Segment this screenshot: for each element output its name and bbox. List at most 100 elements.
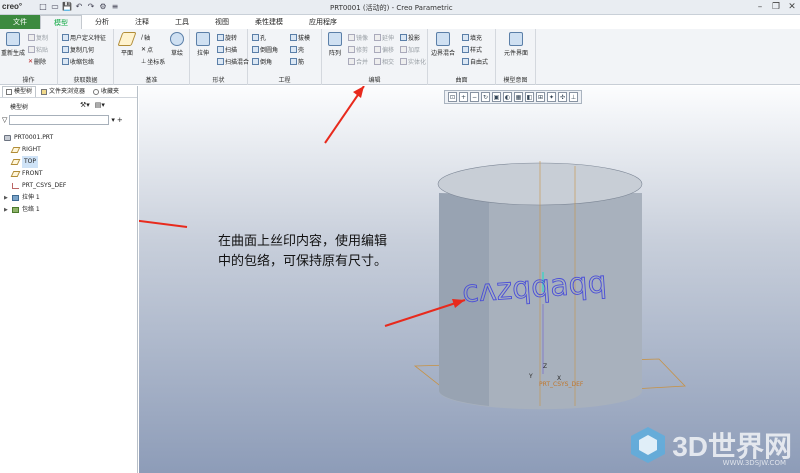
regenerate-icon[interactable]: ⚙	[98, 2, 108, 12]
tab-applications[interactable]: 应用程序	[296, 15, 350, 29]
draft-button[interactable]: 拔模	[290, 33, 310, 42]
minimize-button[interactable]: –	[754, 1, 766, 13]
chamfer-button[interactable]: 倒角	[252, 57, 272, 66]
copy-icon	[28, 34, 35, 41]
spin-center-icon[interactable]: ✣	[558, 92, 567, 102]
undo-icon[interactable]: ↶	[74, 2, 84, 12]
filter-dropdown-icon[interactable]: ▾	[111, 116, 115, 124]
expand-icon[interactable]: ▶	[4, 192, 9, 204]
sketch-label: 草绘	[170, 50, 183, 57]
pattern-icon	[328, 32, 342, 46]
copy-button[interactable]: 复制	[28, 33, 48, 42]
tab-view[interactable]: 视图	[202, 15, 242, 29]
trim-button[interactable]: 修剪	[348, 45, 368, 54]
tab-folder-browser[interactable]: 文件夹浏览器	[38, 86, 88, 97]
expand-icon[interactable]: ▶	[4, 204, 9, 216]
tree-node-csys[interactable]: PRT_CSYS_DEF	[0, 180, 138, 192]
point-button[interactable]: ✕ 点	[141, 45, 153, 54]
mirror-button[interactable]: 镜像	[348, 33, 368, 42]
annotation-text: 在曲面上丝印内容，使用编辑 中的包络，可保持原有尺寸。	[218, 232, 448, 272]
extend-icon	[374, 34, 381, 41]
tab-annotate[interactable]: 注释	[122, 15, 162, 29]
revolve-icon	[217, 34, 224, 41]
project-button[interactable]: 投影	[400, 33, 420, 42]
sweep-button[interactable]: 扫描	[217, 45, 237, 54]
tree-node-label: FRONT	[22, 170, 43, 177]
shrinkwrap-button[interactable]: 收缩包络	[62, 57, 94, 66]
window-title: PRT0001 (活动的) - Creo Parametric	[330, 4, 453, 12]
tree-node-extrude[interactable]: ▶ 拉伸 1	[0, 192, 138, 204]
shell-button[interactable]: 壳	[290, 45, 304, 54]
add-icon[interactable]: +	[117, 116, 123, 124]
tree-node-front[interactable]: FRONT	[0, 168, 138, 180]
fill-button[interactable]: 填充	[462, 33, 482, 42]
tab-file[interactable]: 文件	[0, 15, 40, 29]
tree-node-right[interactable]: RIGHT	[0, 144, 138, 156]
swept-blend-button[interactable]: 扫描混合	[217, 57, 249, 66]
intersect-button[interactable]: 相交	[374, 57, 394, 66]
paste-button[interactable]: 粘贴	[28, 45, 48, 54]
tree-node-top[interactable]: TOP	[0, 156, 138, 168]
merge-icon	[348, 58, 355, 65]
tab-model-tree[interactable]: 模型树	[2, 86, 37, 97]
solidify-button[interactable]: 实体化	[400, 57, 426, 66]
tab-flexible-modeling[interactable]: 柔性建模	[242, 15, 296, 29]
filter-icon[interactable]: ▽	[2, 116, 7, 124]
pattern-button[interactable]: 阵列	[322, 32, 348, 57]
tree-settings-icon[interactable]: ⚒▾	[80, 101, 90, 109]
thicken-button[interactable]: 加厚	[400, 45, 420, 54]
group-editing: 阵列 镜像 修剪 合并 延伸 偏移 相交 投影 加厚 实体化 编辑	[322, 29, 428, 85]
boundary-blend-button[interactable]: 边界混合	[430, 32, 456, 57]
tree-columns-icon[interactable]: ▤▾	[95, 101, 105, 109]
refit-icon[interactable]: ⊡	[448, 92, 457, 102]
perspective-icon[interactable]: ◧	[525, 92, 534, 102]
offset-button[interactable]: 偏移	[374, 45, 394, 54]
hole-button[interactable]: 孔	[252, 33, 266, 42]
round-button[interactable]: 倒圆角	[252, 45, 278, 54]
copy-geometry-button[interactable]: 复制几何	[62, 45, 94, 54]
udf-button[interactable]: 用户定义特征	[62, 33, 106, 42]
new-file-icon[interactable]: □	[38, 2, 48, 12]
tab-model[interactable]: 模型	[40, 15, 82, 29]
merge-button[interactable]: 合并	[348, 57, 368, 66]
extend-button[interactable]: 延伸	[374, 33, 394, 42]
zoom-in-icon[interactable]: +	[459, 92, 468, 102]
group-engineering-label: 工程	[278, 77, 291, 84]
save-icon[interactable]: 💾	[62, 2, 72, 12]
freestyle-button[interactable]: 自由式	[462, 57, 488, 66]
tab-tools[interactable]: 工具	[162, 15, 202, 29]
model-tree-toolbar: ⚒▾ ▤▾	[80, 101, 105, 109]
axis-button[interactable]: / 轴	[141, 33, 150, 42]
display-style-icon[interactable]: ◐	[503, 92, 512, 102]
tab-favorites[interactable]: 收藏夹	[90, 86, 122, 97]
redo-icon[interactable]: ↷	[86, 2, 96, 12]
windows-icon[interactable]: ≡	[110, 2, 120, 12]
view-manager-icon[interactable]: ▦	[514, 92, 523, 102]
rib-button[interactable]: 筋	[290, 57, 304, 66]
extrude-button[interactable]: 拉伸	[190, 32, 216, 57]
close-button[interactable]: ✕	[786, 1, 798, 13]
style-button[interactable]: 样式	[462, 45, 482, 54]
open-file-icon[interactable]: ▭	[50, 2, 60, 12]
sketch-button[interactable]: 草绘	[164, 32, 190, 57]
plane-button[interactable]: 平面	[114, 32, 140, 57]
regenerate-button[interactable]: 重新生成	[0, 32, 26, 57]
named-views-icon[interactable]: ▣	[492, 92, 501, 102]
search-input[interactable]	[9, 114, 110, 125]
tab-analysis[interactable]: 分析	[82, 15, 122, 29]
tree-node-part[interactable]: PRT0001.PRT	[0, 132, 138, 144]
graphics-area[interactable]: cʌzqqaqq Z Y X PRT_CSYS_DEF ⊡ + − ↻ ▣ ◐ …	[139, 86, 800, 473]
zoom-out-icon[interactable]: −	[470, 92, 479, 102]
repaint-icon[interactable]: ↻	[481, 92, 490, 102]
maximize-button[interactable]: ❐	[770, 1, 782, 13]
delete-button[interactable]: ✕ 删除	[28, 57, 46, 66]
watermark-logo-icon	[631, 427, 666, 463]
component-interface-button[interactable]: 元件界面	[503, 32, 529, 57]
datum-display-icon[interactable]: ⊞	[536, 92, 545, 102]
model-tree: PRT0001.PRT RIGHT TOP FRONT PRT_CSYS_DEF…	[0, 132, 138, 216]
revolve-button[interactable]: 旋转	[217, 33, 237, 42]
tree-node-wrap[interactable]: ▶ 包络 1	[0, 204, 138, 216]
annotation-display-icon[interactable]: ✦	[547, 92, 556, 102]
csys-button[interactable]: ⊥ 坐标系	[141, 57, 165, 66]
csys-display-icon[interactable]: ⊥	[569, 92, 578, 102]
